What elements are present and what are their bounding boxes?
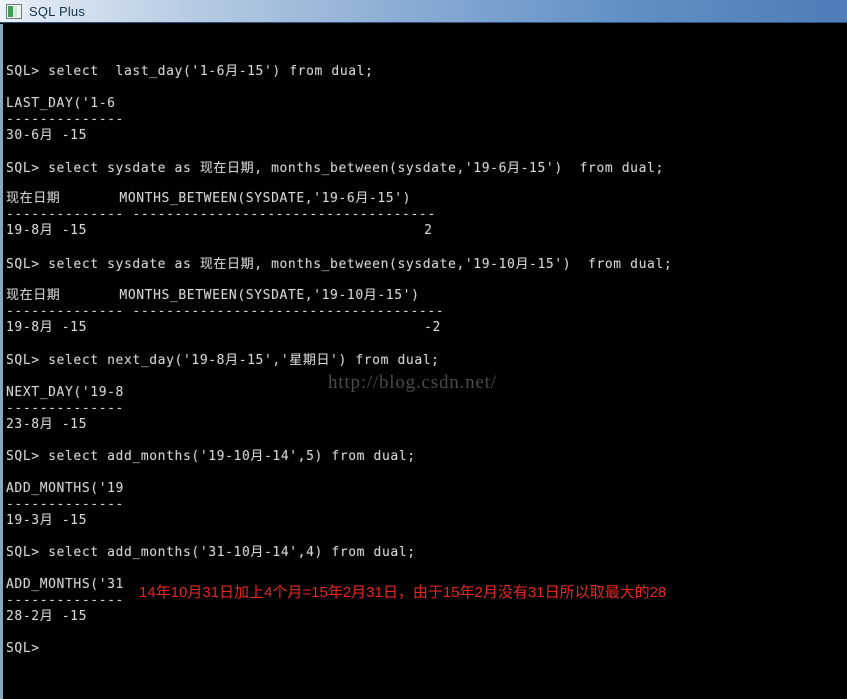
window-title: SQL Plus [29, 3, 86, 19]
terminal-line: -------------- -------------------------… [6, 207, 436, 222]
terminal-line: SQL> select add_months('19-10月-14',5) fr… [6, 449, 416, 464]
console-icon [6, 3, 22, 19]
terminal-line: -------------- [6, 497, 124, 512]
terminal-line: 现在日期 MONTHS_BETWEEN(SYSDATE,'19-6月-15') [6, 191, 412, 206]
terminal-line: -------------- [6, 401, 124, 416]
terminal-line: 19-8月 -15 2 [6, 223, 433, 238]
terminal-line: SQL> [6, 641, 40, 656]
terminal-line: SQL> select add_months('31-10月-14',4) fr… [6, 545, 416, 560]
terminal-line: 现在日期 MONTHS_BETWEEN(SYSDATE,'19-10月-15') [6, 288, 420, 303]
terminal-line: NEXT_DAY('19-8 [6, 385, 124, 400]
terminal-line: 19-3月 -15 [6, 513, 88, 528]
terminal-line: 28-2月 -15 [6, 609, 88, 624]
terminal-line: SQL> select last_day('1-6月-15') from dua… [6, 64, 374, 79]
sql-plus-window: SQL Plus SQL> select last_day('1-6月-15')… [0, 0, 847, 699]
terminal-line: 30-6月 -15 [6, 128, 88, 143]
terminal-line: 19-8月 -15 -2 [6, 320, 441, 335]
terminal-line: SQL> select sysdate as 现在日期, months_betw… [6, 161, 664, 176]
terminal-line: -------------- [6, 593, 124, 608]
red-annotation-text: 14年10月31日加上4个月=15年2月31日，由于15年2月没有31日所以取最… [139, 584, 667, 601]
title-bar[interactable]: SQL Plus [0, 0, 847, 23]
terminal-line: 23-8月 -15 [6, 417, 88, 432]
terminal-line: SQL> select next_day('19-8月-15','星期日') f… [6, 353, 440, 368]
terminal-line: SQL> select sysdate as 现在日期, months_betw… [6, 257, 673, 272]
terminal-line: ADD_MONTHS('19 [6, 481, 124, 496]
terminal-line: -------------- -------------------------… [6, 304, 445, 319]
terminal-line: ADD_MONTHS('31 [6, 577, 124, 592]
terminal-line: -------------- [6, 112, 124, 127]
console-frame: SQL> select last_day('1-6月-15') from dua… [0, 24, 847, 699]
terminal-line: LAST_DAY('1-6 [6, 96, 116, 111]
